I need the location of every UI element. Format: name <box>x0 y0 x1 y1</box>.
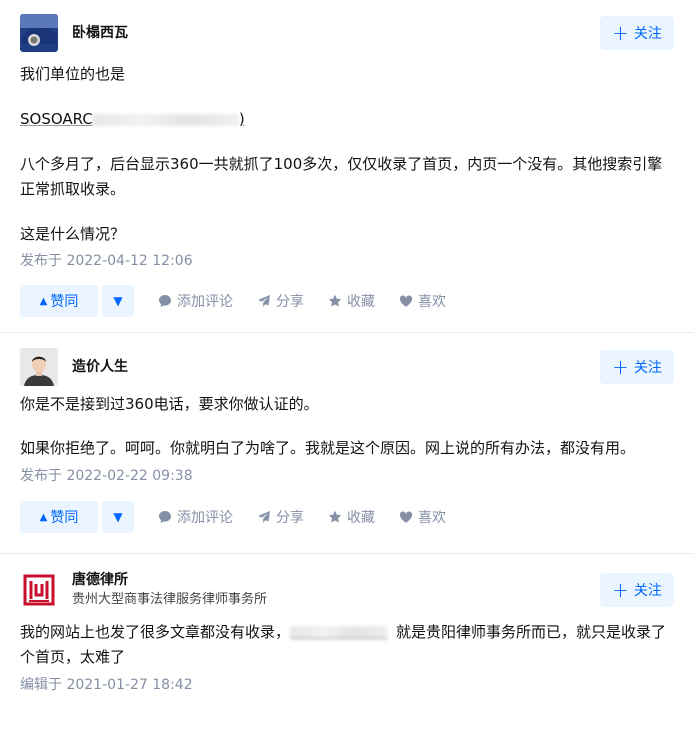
heart-icon <box>399 511 413 523</box>
avatar[interactable] <box>20 571 58 609</box>
comment-button[interactable]: 添加评论 <box>158 291 233 311</box>
answer-paragraph: 你是不是接到过360电话，要求你做认证的。 <box>20 395 319 413</box>
answer-paragraph: 如果你拒绝了。呵呵。你就明白了为啥了。我就是这个原因。网上说的所有办法，都没有用… <box>20 439 636 457</box>
avatar[interactable] <box>20 348 58 386</box>
answer-actions: ▲ 赞同 ▼ 添加评论 分享 收藏 喜欢 <box>20 499 674 535</box>
redacted-link[interactable] <box>290 626 389 639</box>
triangle-down-icon: ▼ <box>113 294 123 308</box>
plus-icon: + <box>612 355 629 379</box>
redacted-text <box>92 113 239 126</box>
comment-icon <box>159 511 171 523</box>
upvote-button[interactable]: ▲ 赞同 <box>20 285 98 317</box>
link-suffix: ) <box>238 110 245 128</box>
answer-link-paragraph: SOSOARC) <box>20 107 674 132</box>
link-text[interactable]: SOSOARC) <box>20 110 245 128</box>
comment-label: 添加评论 <box>177 294 233 310</box>
author-name[interactable]: 造价人生 <box>72 357 128 377</box>
follow-label: 关注 <box>633 583 662 599</box>
follow-button[interactable]: + 关注 <box>600 16 674 50</box>
follow-button[interactable]: + 关注 <box>600 350 674 384</box>
share-icon <box>258 295 270 307</box>
author-name[interactable]: 唐德律所 <box>72 570 267 590</box>
answer-paragraph: 我的网站上也发了很多文章都没有收录， 就是贵阳律师事务所而已，就只是收录了个首页，… <box>20 620 674 670</box>
answer-item: 造价人生 + 关注 你是不是接到过360电话，要求你做认证的。 如果你拒绝了。呵… <box>0 332 694 553</box>
collect-label: 收藏 <box>347 510 375 526</box>
heart-icon <box>399 295 413 307</box>
triangle-up-icon: ▲ <box>39 295 48 307</box>
comment-button[interactable]: 添加评论 <box>158 507 233 527</box>
like-label: 喜欢 <box>418 294 446 310</box>
answer-item: 唐德律所 贵州大型商事法律服务律师事务所 + 关注 我的网站上也发了很多文章都没… <box>0 553 694 734</box>
star-icon <box>328 294 342 307</box>
share-icon <box>258 511 270 523</box>
follow-label: 关注 <box>633 360 662 376</box>
avatar[interactable] <box>20 14 58 52</box>
share-button[interactable]: 分享 <box>257 291 304 311</box>
author-headline: 贵州大型商事法律服务律师事务所 <box>72 592 268 607</box>
answer-actions: ▲ 赞同 ▼ 添加评论 分享 收藏 喜欢 <box>20 283 674 319</box>
share-label: 分享 <box>276 294 304 310</box>
like-button[interactable]: 喜欢 <box>399 507 446 527</box>
follow-label: 关注 <box>633 26 662 42</box>
like-button[interactable]: 喜欢 <box>399 291 446 311</box>
triangle-down-icon: ▼ <box>113 510 123 524</box>
collect-button[interactable]: 收藏 <box>328 507 375 527</box>
answer-date[interactable]: 发布于 2022-02-22 09:38 <box>20 466 674 486</box>
author-info: 唐德律所 贵州大型商事法律服务律师事务所 <box>72 570 267 610</box>
paragraph-prefix: 我的网站上也发了很多文章都没有收录， <box>20 623 291 641</box>
upvote-label: 赞同 <box>50 294 79 310</box>
comment-icon <box>159 295 171 307</box>
answer-header: 唐德律所 贵州大型商事法律服务律师事务所 + 关注 <box>20 568 674 612</box>
collect-button[interactable]: 收藏 <box>328 291 375 311</box>
law-firm-logo-icon <box>23 574 55 606</box>
answer-date[interactable]: 编辑于 2021-01-27 18:42 <box>20 675 674 695</box>
answer-paragraph: 我们单位的也是 <box>20 65 126 83</box>
share-label: 分享 <box>276 510 304 526</box>
plus-icon: + <box>612 578 629 602</box>
answer-header: 造价人生 + 关注 <box>20 348 674 386</box>
collect-label: 收藏 <box>347 294 375 310</box>
answer-paragraph: 这是什么情况？ <box>20 225 126 243</box>
answer-header: 卧榻西瓦 + 关注 <box>20 14 674 52</box>
answer-paragraph: 八个多月了，后台显示360一共就抓了100多次，仅仅收录了首页，内页一个没有。其… <box>20 155 663 198</box>
answer-date[interactable]: 发布于 2022-04-12 12:06 <box>20 251 674 271</box>
star-icon <box>328 510 342 523</box>
comment-label: 添加评论 <box>177 510 233 526</box>
upvote-button[interactable]: ▲ 赞同 <box>20 501 98 533</box>
downvote-button[interactable]: ▼ <box>102 501 134 533</box>
author-name[interactable]: 卧榻西瓦 <box>72 23 128 43</box>
upvote-label: 赞同 <box>50 510 79 526</box>
share-button[interactable]: 分享 <box>257 507 304 527</box>
plus-icon: + <box>612 21 629 45</box>
like-label: 喜欢 <box>418 510 446 526</box>
author-info: 造价人生 <box>72 357 128 377</box>
author-info: 卧榻西瓦 <box>72 23 128 43</box>
triangle-up-icon: ▲ <box>39 511 48 523</box>
follow-button[interactable]: + 关注 <box>600 573 674 607</box>
answer-item: 卧榻西瓦 + 关注 我们单位的也是 SOSOARC) 八个多月了，后台显示360… <box>0 0 694 332</box>
link-prefix: SOSOARC <box>20 110 93 128</box>
downvote-button[interactable]: ▼ <box>102 285 134 317</box>
